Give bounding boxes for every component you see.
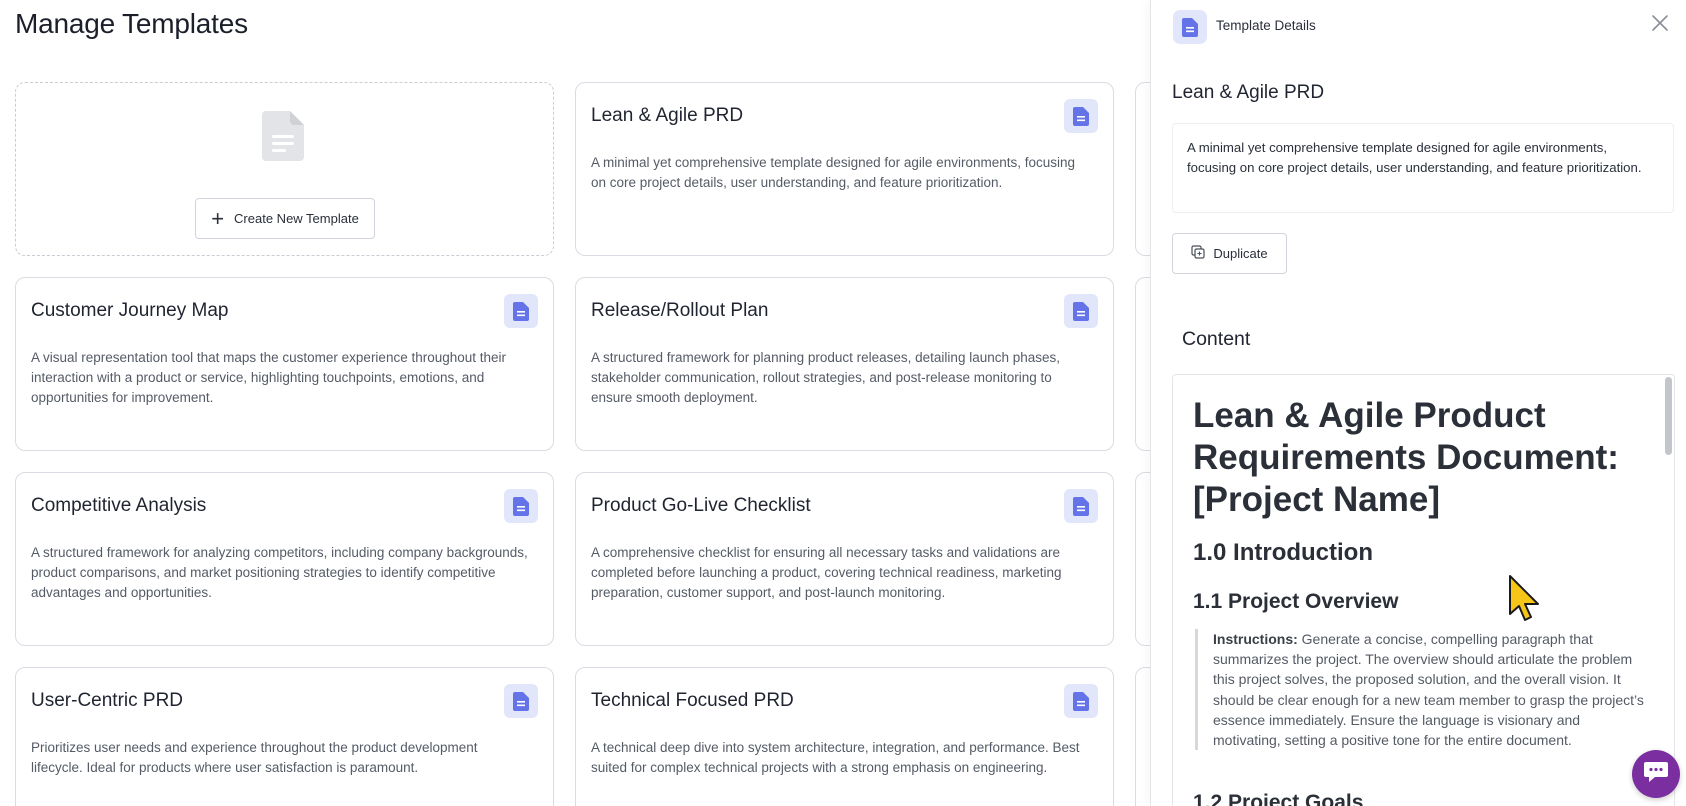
template-card[interactable]: Product Go-Live Checklist A comprehensiv… [575, 472, 1114, 646]
plus-icon: + [211, 205, 225, 231]
scrollbar[interactable] [1665, 377, 1672, 455]
instructions-label: Instructions: [1213, 631, 1298, 647]
template-card[interactable] [1135, 472, 1150, 646]
doc-heading-2: 1.0 Introduction [1193, 539, 1373, 566]
template-card[interactable]: User-Centric PRD Prioritizes user needs … [15, 667, 554, 806]
template-card-description: A structured framework for analyzing com… [31, 545, 528, 600]
template-card[interactable]: Customer Journey Map A visual representa… [15, 277, 554, 451]
template-card-title: Lean & Agile PRD [591, 105, 744, 126]
template-details-panel: Template Details Lean & Agile PRD A mini… [1150, 0, 1686, 806]
chat-icon [1643, 761, 1669, 788]
template-card[interactable]: Release/Rollout Plan A structured framew… [575, 277, 1114, 451]
document-icon [504, 684, 538, 718]
instructions-text: Generate a concise, compelling paragraph… [1213, 631, 1644, 749]
template-card[interactable] [1135, 82, 1150, 256]
chat-button[interactable] [1632, 750, 1680, 798]
template-card-title: Product Go-Live Checklist [591, 495, 811, 516]
template-card[interactable] [1135, 667, 1150, 806]
template-card[interactable]: Technical Focused PRD A technical deep d… [575, 667, 1114, 806]
template-card[interactable] [1135, 277, 1150, 451]
panel-header-title: Template Details [1216, 18, 1316, 33]
template-card-description: A minimal yet comprehensive template des… [591, 155, 1076, 190]
document-icon [1064, 99, 1098, 133]
template-card-description: A technical deep dive into system archit… [591, 740, 1080, 775]
template-card-description: A structured framework for planning prod… [591, 350, 1061, 405]
document-icon [1064, 684, 1098, 718]
document-icon [1064, 489, 1098, 523]
close-icon[interactable] [1648, 14, 1672, 38]
template-card[interactable]: Lean & Agile PRD A minimal yet comprehen… [575, 82, 1114, 256]
document-icon [1173, 10, 1207, 44]
create-new-template-button[interactable]: + Create New Template [195, 198, 375, 239]
content-label: Content [1182, 328, 1251, 350]
copy-icon [1191, 245, 1205, 262]
doc-heading-1: Lean & Agile Product Requirements Docume… [1193, 396, 1619, 519]
document-icon [504, 294, 538, 328]
doc-heading-3: 1.1 Project Overview [1193, 590, 1399, 613]
template-card-description: Prioritizes user needs and experience th… [31, 740, 478, 775]
page-title: Manage Templates [15, 8, 248, 39]
document-icon [504, 489, 538, 523]
mouse-cursor-icon [1508, 574, 1542, 627]
template-card-description: A visual representation tool that maps t… [31, 350, 507, 405]
template-description: A minimal yet comprehensive template des… [1172, 123, 1674, 213]
template-card[interactable]: Competitive Analysis A structured framew… [15, 472, 554, 646]
duplicate-button[interactable]: Duplicate [1172, 233, 1287, 274]
file-icon [262, 111, 304, 166]
template-card-title: Customer Journey Map [31, 300, 229, 321]
template-grid: + Create New Template Lean & Agile PRD A… [15, 82, 1150, 806]
create-template-card: + Create New Template [15, 82, 554, 256]
template-card-title: Release/Rollout Plan [591, 300, 769, 321]
document-icon [1064, 294, 1098, 328]
template-card-title: Technical Focused PRD [591, 690, 794, 711]
template-card-title: User-Centric PRD [31, 690, 184, 711]
content-preview[interactable]: Lean & Agile Product Requirements Docume… [1172, 374, 1675, 806]
template-card-description: A comprehensive checklist for ensuring a… [591, 545, 1062, 600]
doc-instructions: Instructions: Generate a concise, compel… [1195, 629, 1645, 751]
template-card-title: Competitive Analysis [31, 495, 207, 516]
template-name: Lean & Agile PRD [1172, 82, 1325, 103]
doc-heading-3: 1.2 Project Goals [1193, 791, 1364, 806]
